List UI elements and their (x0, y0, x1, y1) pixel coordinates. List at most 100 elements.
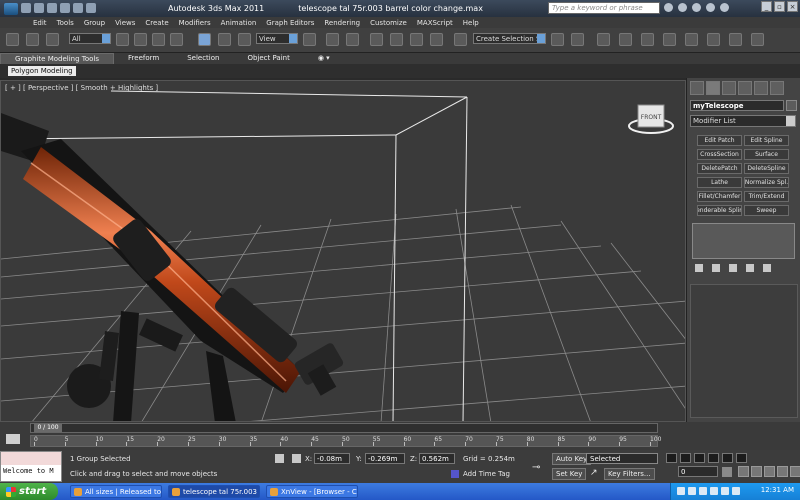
menu-edit[interactable]: Edit (33, 19, 47, 27)
deletepatch-button[interactable]: DeletePatch (697, 163, 742, 174)
key-filters-button[interactable]: Key Filters... (604, 468, 655, 480)
deletespline-button[interactable]: DeleteSpline (744, 163, 789, 174)
material-editor-icon[interactable] (685, 33, 698, 46)
remove-modifier-icon[interactable] (746, 264, 754, 272)
crosssection-button[interactable]: CrossSection (697, 149, 742, 160)
show-end-result-icon[interactable] (712, 264, 720, 272)
rectangle-selection-icon[interactable] (152, 33, 165, 46)
maxscript-listener[interactable]: Welcome to M (0, 451, 62, 482)
tab-graphite-modeling-tools[interactable]: Graphite Modeling Tools (0, 53, 115, 64)
window-crossing-icon[interactable] (170, 33, 183, 46)
go-to-end-icon[interactable] (722, 453, 733, 463)
select-move-icon[interactable] (198, 33, 211, 46)
next-frame-icon[interactable] (708, 453, 719, 463)
new-file-icon[interactable] (21, 2, 31, 13)
edit-spline-button[interactable]: Edit Spline (744, 135, 789, 146)
angle-snap-icon[interactable] (390, 33, 403, 46)
search-input[interactable]: Type a keyword or phrase (548, 2, 660, 14)
orbit-icon[interactable] (790, 466, 800, 477)
redo-icon[interactable] (73, 2, 83, 13)
render-setup-icon[interactable] (707, 33, 720, 46)
open-file-icon[interactable] (34, 2, 44, 13)
schematic-view-icon[interactable] (663, 33, 676, 46)
menu-rendering[interactable]: Rendering (324, 19, 360, 27)
menu-create[interactable]: Create (145, 19, 168, 27)
taskbar-item-3dsmax[interactable]: telescope tal 75r.003 ... (168, 485, 260, 498)
open-mini-curve-editor-icon[interactable] (6, 434, 20, 444)
menu-tools[interactable]: Tools (57, 19, 74, 27)
configure-modifier-sets-icon[interactable] (763, 264, 771, 272)
menu-modifiers[interactable]: Modifiers (179, 19, 211, 27)
sweep-button[interactable]: Sweep (744, 205, 789, 216)
make-unique-icon[interactable] (729, 264, 737, 272)
restore-button[interactable]: ▫ (774, 1, 785, 12)
mirror-icon[interactable] (551, 33, 564, 46)
select-rotate-icon[interactable] (218, 33, 231, 46)
unlink-icon[interactable] (46, 33, 59, 46)
viewport-scene[interactable]: FRONT (1, 81, 686, 422)
align-icon[interactable] (571, 33, 584, 46)
utilities-tab-icon[interactable] (770, 81, 784, 95)
help-icon[interactable] (720, 3, 729, 12)
close-button[interactable]: × (787, 1, 798, 12)
graphite-toggle-icon[interactable] (619, 33, 632, 46)
ribbon-options-icon[interactable]: ◉ ▾ (304, 53, 344, 64)
percent-snap-icon[interactable] (410, 33, 423, 46)
menu-views[interactable]: Views (115, 19, 135, 27)
trim-extend-button[interactable]: Trim/Extend (744, 191, 789, 202)
renderable-spline-button[interactable]: Renderable Spline (697, 205, 742, 216)
viewport-label[interactable]: [ + ] [ Perspective ] [ Smooth + Highlig… (5, 84, 158, 92)
telescope-model[interactable] (1, 113, 345, 422)
lock-selection-icon[interactable] (275, 454, 284, 463)
menu-group[interactable]: Group (84, 19, 105, 27)
z-coord-field[interactable]: 0.562m (419, 453, 455, 464)
create-tab-icon[interactable] (690, 81, 704, 95)
go-to-start-icon[interactable] (666, 453, 677, 463)
named-selection-dropdown[interactable]: Create Selection Se (473, 33, 546, 44)
edit-named-selection-icon[interactable] (454, 33, 467, 46)
lathe-button[interactable]: Lathe (697, 177, 742, 188)
edit-patch-button[interactable]: Edit Patch (697, 135, 742, 146)
menu-graph-editors[interactable]: Graph Editors (266, 19, 314, 27)
time-slider[interactable]: 0 / 100 (30, 423, 658, 433)
render-production-icon[interactable] (751, 33, 764, 46)
select-link-icon[interactable] (26, 33, 39, 46)
select-manipulate-icon[interactable] (326, 33, 339, 46)
listener-input-line[interactable] (1, 452, 61, 465)
play-icon[interactable] (694, 453, 705, 463)
time-slider-thumb[interactable]: 0 / 100 (34, 424, 62, 432)
viewcube[interactable]: FRONT (628, 104, 674, 134)
normalize-spline-button[interactable]: Normalize Spl. (744, 177, 789, 188)
fillet-chamfer-button[interactable]: Fillet/Chamfer (697, 191, 742, 202)
motion-tab-icon[interactable] (738, 81, 752, 95)
modify-tab-icon[interactable] (706, 81, 720, 95)
pivot-center-icon[interactable] (303, 33, 316, 46)
set-key-button[interactable]: Set Key (552, 468, 587, 480)
absolute-offset-icon[interactable] (292, 454, 301, 463)
start-button[interactable]: start (0, 483, 58, 500)
minimize-button[interactable]: _ (761, 1, 772, 12)
tray-icon[interactable] (677, 487, 685, 495)
menu-customize[interactable]: Customize (370, 19, 407, 27)
tab-freeform[interactable]: Freeform (114, 53, 173, 64)
hierarchy-tab-icon[interactable] (722, 81, 736, 95)
modifier-stack[interactable] (692, 223, 795, 259)
y-coord-field[interactable]: -0.269m (365, 453, 405, 464)
object-name-field[interactable]: myTelescope (690, 100, 784, 111)
project-folder-icon[interactable] (86, 2, 96, 13)
subscription-icon[interactable] (678, 3, 687, 12)
undo-icon[interactable] (60, 2, 70, 13)
surface-button[interactable]: Surface (744, 149, 789, 160)
pin-stack-icon[interactable] (695, 264, 703, 272)
menu-maxscript[interactable]: MAXScript (417, 19, 453, 27)
favorites-star-icon[interactable] (706, 3, 715, 12)
zoom-all-icon[interactable] (751, 466, 762, 477)
rendered-frame-window-icon[interactable] (729, 33, 742, 46)
time-configuration-icon[interactable] (722, 467, 732, 477)
undo-icon[interactable] (6, 33, 19, 46)
tray-icon[interactable] (710, 487, 718, 495)
taskbar-item-xnview[interactable]: XnView - [Browser - C... (266, 485, 358, 498)
pan-icon[interactable] (777, 466, 788, 477)
key-mode-dropdown[interactable]: Selected (586, 453, 658, 464)
field-of-view-icon[interactable] (764, 466, 775, 477)
